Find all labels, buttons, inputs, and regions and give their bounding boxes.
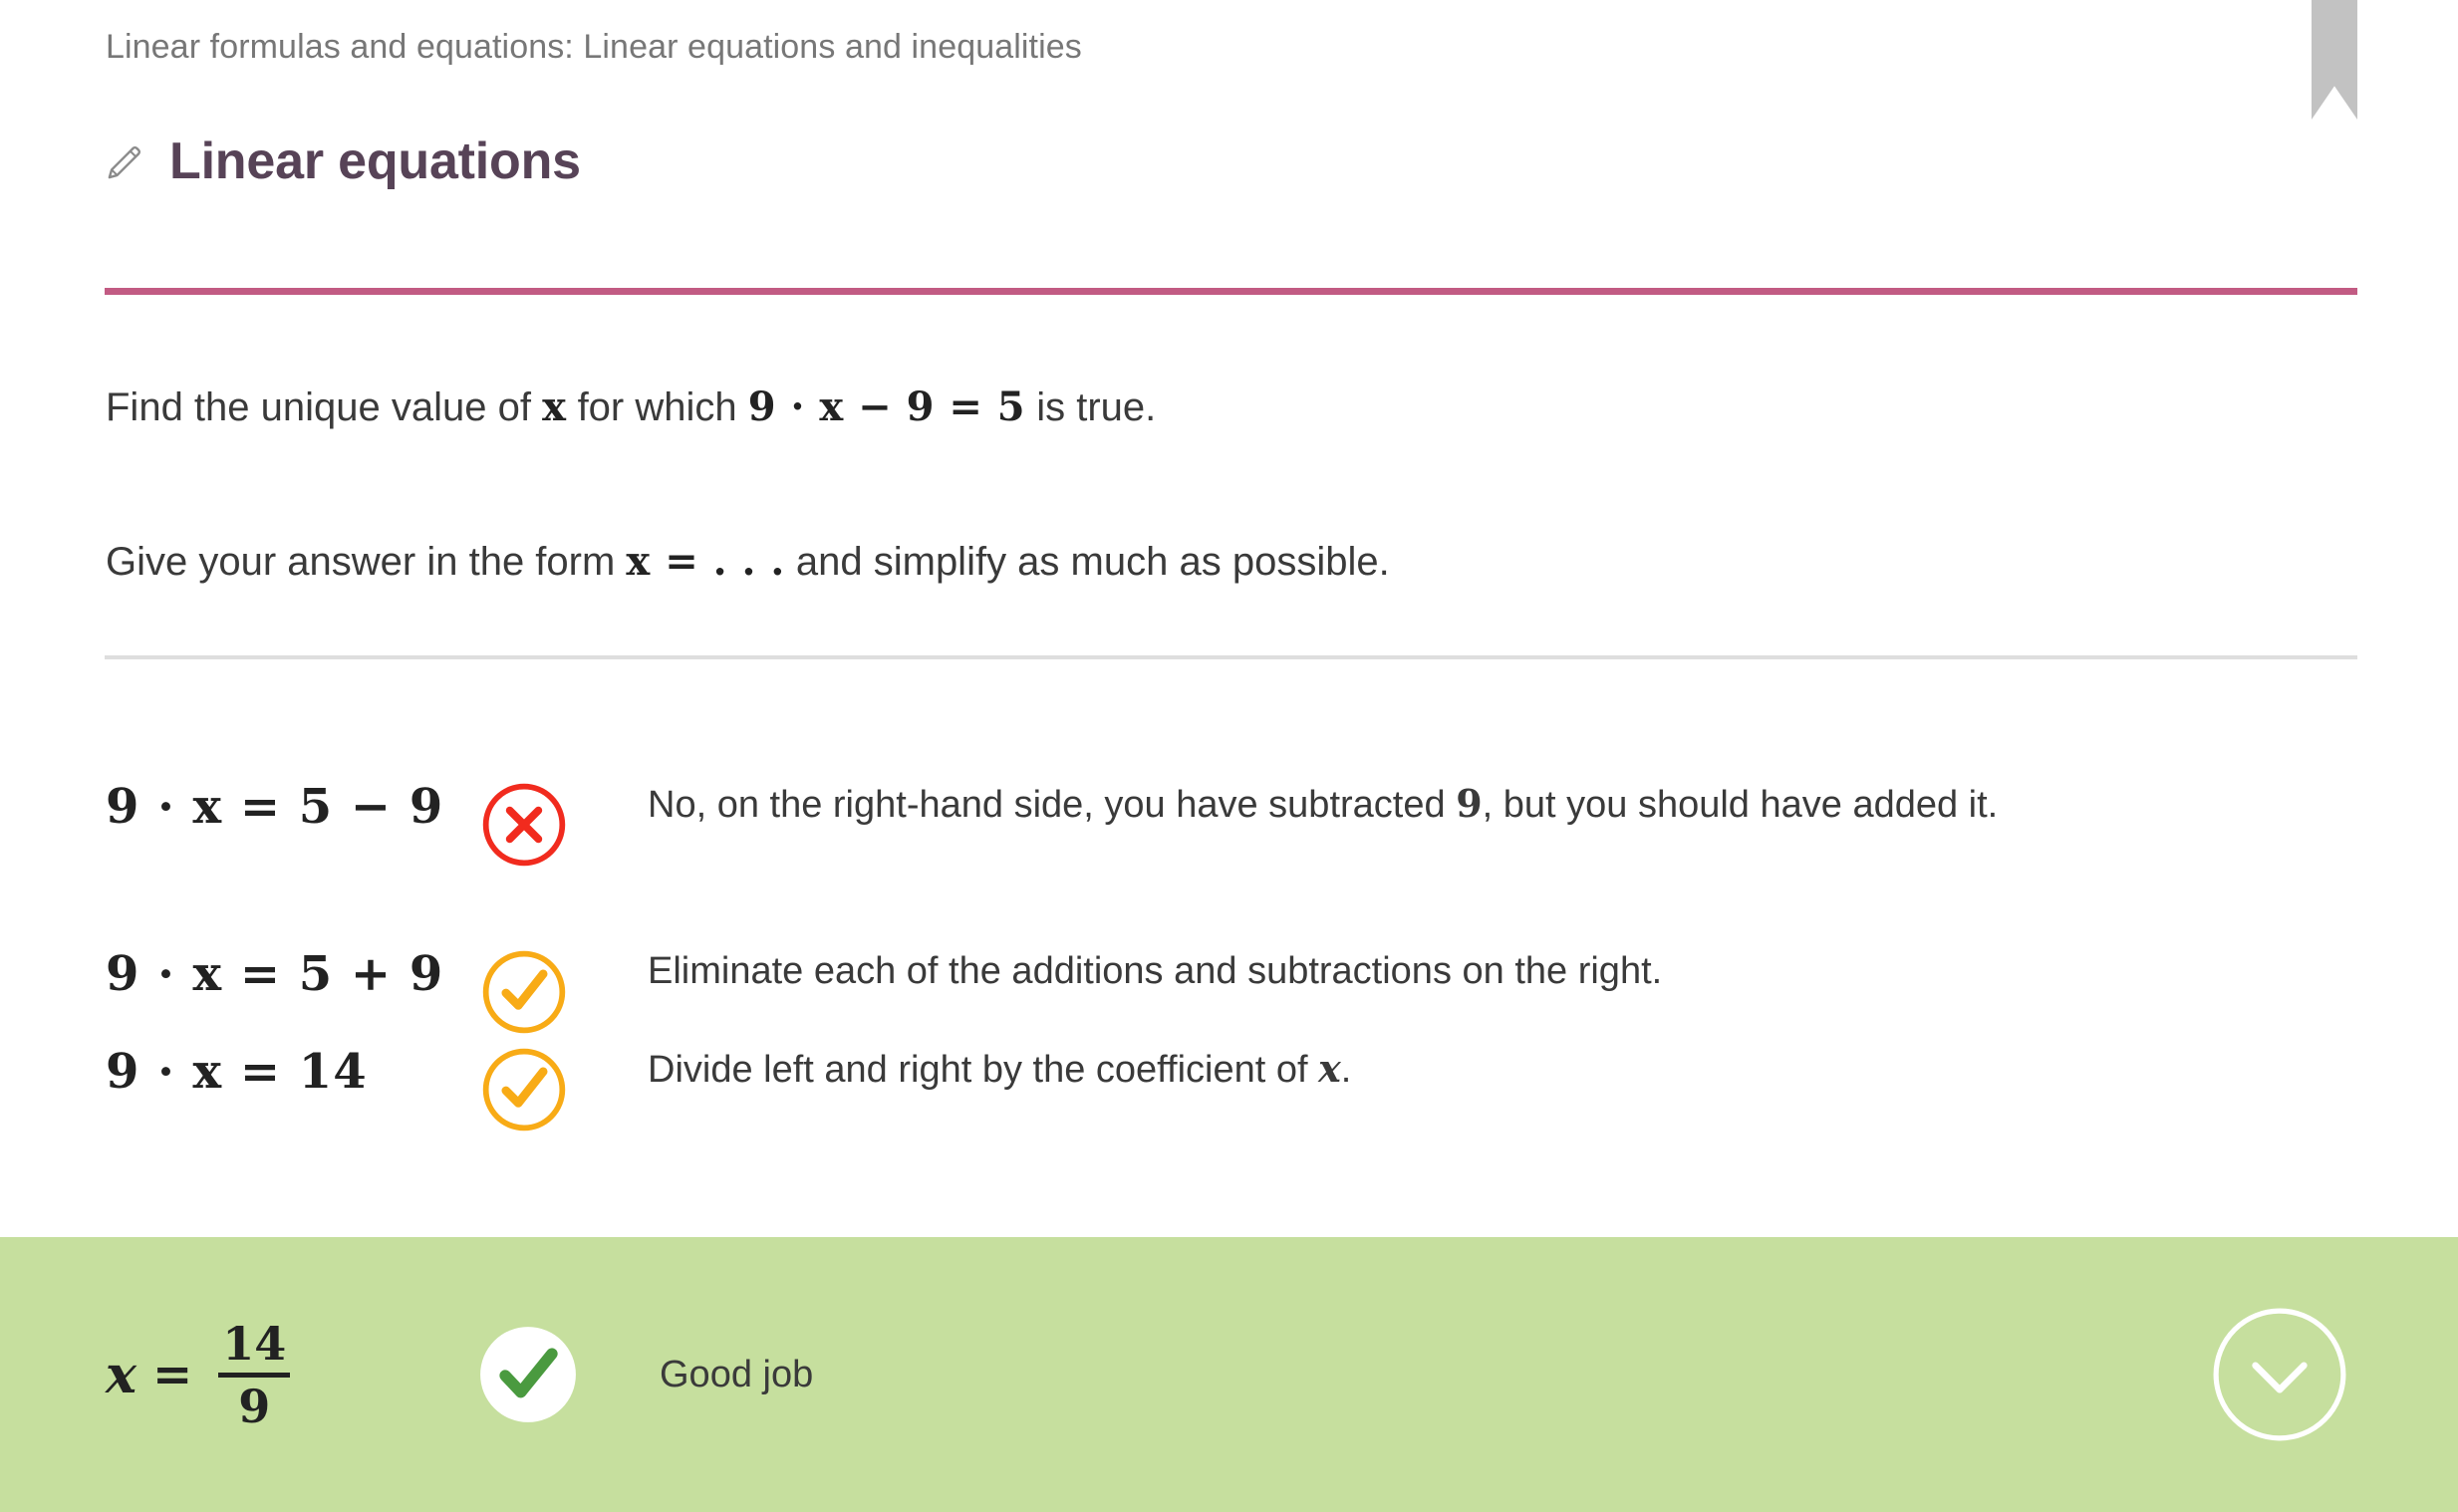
step-equation: 9 · x = 5 + 9 (0, 946, 478, 1002)
step-feedback-number: 9 (1456, 781, 1483, 826)
step-feedback-text: No, on the right-hand side, you have sub… (648, 784, 1457, 826)
answer-status-icon-slot (478, 1325, 648, 1424)
cross-circle-icon (482, 783, 566, 867)
answer-banner: x = 14 9 Good job (0, 1237, 2458, 1512)
statement-math-var: x (542, 383, 567, 430)
step-feedback-text: . (1340, 1049, 1352, 1091)
step-feedback: No, on the right-hand side, you have sub… (648, 779, 2458, 830)
check-circle-filled-icon (480, 1327, 576, 1422)
chevron-down-icon[interactable] (2207, 1302, 2352, 1447)
step-feedback-text: Divide left and right by the coefficient… (648, 1049, 1319, 1091)
statement-math-form: x = . . . (626, 538, 785, 585)
statement-text: for which (566, 385, 748, 429)
step-status-icon-slot (478, 779, 648, 871)
step-equation-text: 9 · x = 5 + 9 (106, 946, 444, 1002)
step-status-icon-slot (478, 946, 648, 1038)
step-feedback: Divide left and right by the coefficient… (648, 1044, 2458, 1095)
exercise-page: Linear formulas and equations: Linear eq… (0, 0, 2458, 1512)
check-circle-icon (482, 1048, 566, 1132)
statement-text: Give your answer in the form (106, 540, 627, 584)
section-divider (105, 655, 2357, 659)
check-circle-icon (482, 950, 566, 1034)
step-feedback-variable: x (1318, 1046, 1341, 1091)
fraction-denominator: 9 (238, 1379, 271, 1433)
answer-fraction: 14 9 (218, 1316, 291, 1433)
title-divider (105, 288, 2357, 295)
answer-message: Good job (660, 1353, 814, 1395)
step-feedback-text: , but you should have added it. (1482, 784, 1999, 826)
fraction-numerator: 14 (222, 1316, 287, 1371)
statement-text: and simplify as much as possible. (784, 540, 1390, 584)
step-status-icon-slot (478, 1044, 648, 1135)
page-title: Linear equations (169, 132, 581, 190)
step-feedback-text: Eliminate each of the additions and subt… (648, 950, 1663, 992)
step-row: 9 · x = 5 − 9 No, on the right-hand side… (0, 779, 2458, 879)
bookmark-icon[interactable] (2312, 0, 2357, 120)
step-equation: 9 · x = 5 − 9 (0, 779, 478, 835)
step-row: 9 · x = 5 + 9 Eliminate each of the addi… (0, 946, 2458, 1046)
statement-text: is true. (1025, 385, 1157, 429)
next-step-button[interactable] (2207, 1302, 2352, 1447)
breadcrumb: Linear formulas and equations: Linear eq… (106, 28, 1082, 66)
problem-statement-line-1: Find the unique value of x for which 9 ·… (106, 383, 1156, 431)
page-title-row: Linear equations (104, 131, 581, 191)
statement-text: Find the unique value of (106, 385, 543, 429)
step-feedback: Eliminate each of the additions and subt… (648, 946, 2458, 996)
answer-equals-sign: = (152, 1347, 193, 1402)
answer-variable: x (106, 1344, 137, 1405)
answer-equation: x = 14 9 (0, 1321, 478, 1429)
step-equation: 9 · x = 14 (0, 1044, 478, 1100)
pencil-icon (108, 145, 141, 179)
step-row: 9 · x = 14 Divide left and right by the … (0, 1044, 2458, 1143)
problem-statement-line-2: Give your answer in the form x = . . . a… (106, 538, 1390, 586)
step-equation-text: 9 · x = 5 − 9 (106, 779, 444, 835)
statement-math-equation: 9 · x − 9 = 5 (747, 383, 1026, 430)
step-equation-text: 9 · x = 14 (106, 1044, 368, 1100)
bookmark-ribbon-shape (2312, 0, 2357, 120)
